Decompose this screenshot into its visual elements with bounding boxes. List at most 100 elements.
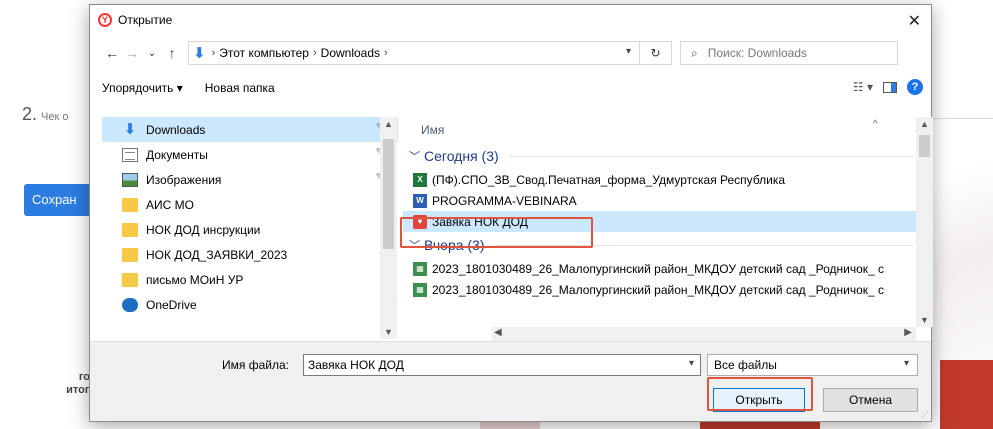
back-arrow-icon[interactable]: ← [102, 43, 122, 63]
step-number: 2. [22, 104, 38, 124]
navigation-pane: ⬇ Downloads ✎ Документы ✎ Изображения ✎ … [102, 117, 398, 339]
file-row[interactable]: ▦ 2023_1801030489_26_Малопургинский райо… [403, 279, 918, 300]
sidebar-item-downloads[interactable]: ⬇ Downloads ✎ [102, 117, 398, 142]
background-decoration [940, 360, 993, 429]
organize-button[interactable]: Упорядочить ▾ [102, 81, 183, 95]
documents-icon [122, 147, 138, 162]
sidebar-item-label: Изображения [146, 172, 222, 187]
breadcrumb-downloads[interactable]: Downloads [321, 46, 380, 60]
group-divider [508, 155, 914, 157]
column-header-name[interactable]: Имя ^ [403, 117, 918, 143]
folder-icon [122, 222, 138, 237]
sidebar-item-label: АИС МО [146, 197, 194, 212]
file-name: PROGRAMMA-VEBINARA [432, 193, 577, 208]
search-icon: ⌕ [691, 45, 698, 60]
scroll-down-arrow-icon[interactable]: ▼ [920, 315, 929, 325]
sidebar-item-label: НОК ДОД_ЗАЯВКИ_2023 [146, 247, 288, 262]
file-row[interactable]: W PROGRAMMA-VEBINARA [403, 190, 918, 211]
cloud-icon [122, 297, 138, 312]
search-input[interactable]: Поиск: Downloads [708, 46, 807, 60]
scrollbar-thumb[interactable] [919, 135, 930, 157]
scroll-down-arrow-icon[interactable]: ▼ [384, 327, 393, 337]
file-name: 2023_1801030489_26_Малопургинский район_… [432, 261, 885, 276]
folder-icon [122, 247, 138, 262]
refresh-button[interactable]: ↻ [640, 41, 672, 65]
column-header-label: Имя [421, 123, 445, 137]
step-text: Чек о [41, 111, 69, 123]
image-file-icon: ▦ [413, 261, 427, 276]
search-box[interactable]: ⌕ Поиск: Downloads [680, 41, 898, 65]
pictures-icon [122, 172, 138, 187]
dialog-title: Открытие [118, 13, 173, 27]
sidebar-item-pictures[interactable]: Изображения ✎ [102, 167, 398, 192]
yandex-browser-icon: Y [98, 13, 112, 27]
up-arrow-icon[interactable]: ↑ [162, 43, 182, 63]
toolbar-right-group: ☷ ▾ ? [853, 79, 923, 95]
sidebar-item-label: Документы [146, 147, 208, 162]
filetype-select[interactable]: Все файлы ▾ [707, 354, 918, 376]
sidebar-item-label: НОК ДОД инсрукции [146, 222, 261, 237]
resize-grip-icon[interactable]: ⋰ [921, 410, 929, 419]
filename-label: Имя файла: [222, 358, 289, 372]
file-row[interactable]: ▦ 2023_1801030489_26_Малопургинский райо… [403, 258, 918, 279]
sidebar-item-nok-dod-instructions[interactable]: НОК ДОД инсрукции [102, 217, 398, 242]
cancel-button[interactable]: Отмена [823, 388, 918, 412]
download-arrow-icon: ⬇ [123, 120, 137, 138]
folder-icon [122, 272, 138, 287]
command-toolbar: Упорядочить ▾ Новая папка ☷ ▾ ? [90, 71, 931, 105]
new-folder-button[interactable]: Новая папка [205, 81, 275, 95]
file-list-vertical-scrollbar[interactable]: ▲ ▼ [916, 117, 933, 327]
change-view-icon[interactable]: ☷ ▾ [853, 80, 873, 94]
file-row[interactable]: X (ПФ).СПО_ЗВ_Свод.Печатная_форма_Удмурт… [403, 169, 918, 190]
preview-pane-icon[interactable] [883, 81, 897, 93]
sidebar-item-label: OneDrive [146, 297, 197, 312]
group-label: Сегодня (3) [424, 148, 499, 164]
help-icon[interactable]: ? [907, 79, 923, 95]
dialog-titlebar: Y Открытие ✕ [90, 5, 931, 35]
scrollbar-thumb[interactable] [383, 139, 394, 249]
filetype-value: Все файлы [714, 358, 777, 372]
sidebar-item-onedrive[interactable]: OneDrive [102, 292, 398, 317]
sort-caret-icon: ^ [873, 119, 878, 130]
file-name: 2023_1801030489_26_Малопургинский район_… [432, 282, 885, 297]
filename-input[interactable]: Завяка НОК ДОД ▾ [303, 354, 701, 376]
navigation-bar: ← → ⌄ ↑ ⬇ › Этот компьютер › Downloads ›… [90, 35, 931, 71]
breadcrumb-separator: › [312, 47, 317, 59]
address-bar[interactable]: ⬇ › Этот компьютер › Downloads › ▾ [188, 41, 640, 65]
file-name: (ПФ).СПО_ЗВ_Свод.Печатная_форма_Удмуртск… [432, 172, 786, 187]
chevron-down-icon: ▾ [903, 358, 909, 369]
open-file-dialog: Y Открытие ✕ ← → ⌄ ↑ ⬇ › Этот компьютер … [89, 4, 933, 422]
recent-locations-chevron-icon[interactable]: ⌄ [142, 43, 162, 63]
breadcrumb-this-pc[interactable]: Этот компьютер [219, 46, 309, 60]
chevron-down-icon[interactable]: ▾ [689, 358, 694, 369]
scroll-up-arrow-icon[interactable]: ▲ [920, 119, 929, 129]
sidebar-item-label: Downloads [146, 122, 206, 137]
breadcrumb-separator: › [211, 47, 216, 59]
navigation-pane-scrollbar[interactable]: ▲ ▼ [380, 117, 397, 339]
forward-arrow-icon[interactable]: → [122, 43, 142, 63]
sidebar-item-ais-mo[interactable]: АИС МО [102, 192, 398, 217]
sidebar-item-nok-dod-requests[interactable]: НОК ДОД_ЗАЯВКИ_2023 [102, 242, 398, 267]
annotation-highlight-file [400, 217, 593, 248]
download-arrow-icon: ⬇ [193, 45, 206, 62]
scroll-left-arrow-icon[interactable]: ◀ [494, 327, 502, 338]
excel-file-icon: X [413, 172, 427, 187]
sidebar-item-label: письмо МОиН УР [146, 272, 244, 287]
background-step: 2. Чек о [22, 104, 68, 125]
image-file-icon: ▦ [413, 282, 427, 297]
close-button[interactable]: ✕ [908, 11, 921, 31]
scroll-up-arrow-icon[interactable]: ▲ [384, 119, 393, 129]
breadcrumb-separator: › [384, 47, 388, 59]
chevron-down-icon[interactable]: ▾ [626, 46, 631, 57]
chevron-down-icon: ﹀ [409, 151, 420, 163]
folder-icon [122, 197, 138, 212]
background-divider [930, 118, 993, 119]
sidebar-item-letter-moin[interactable]: письмо МОиН УР [102, 267, 398, 292]
word-file-icon: W [413, 193, 427, 208]
annotation-highlight-open-button [707, 377, 813, 411]
group-header-today[interactable]: ﹀ Сегодня (3) [403, 143, 918, 169]
sidebar-item-documents[interactable]: Документы ✎ [102, 142, 398, 167]
file-list-horizontal-scrollbar[interactable]: ◀ ▶ [492, 327, 916, 341]
scroll-right-arrow-icon[interactable]: ▶ [904, 327, 912, 338]
filename-value: Завяка НОК ДОД [308, 358, 404, 372]
